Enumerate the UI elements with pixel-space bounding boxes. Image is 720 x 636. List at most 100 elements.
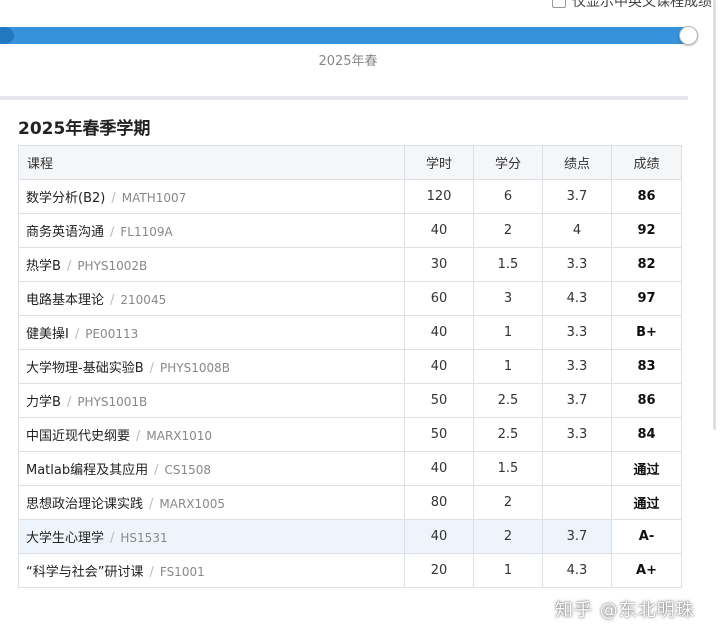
course-cell: 数学分析(B2) / MATH1007	[18, 179, 405, 214]
credits-cell: 2	[473, 519, 543, 554]
course-cell: Matlab编程及其应用 / CS1508	[18, 451, 405, 486]
gpa-cell: 3.3	[542, 417, 612, 452]
header-gpa: 绩点	[542, 145, 612, 180]
course-separator: /	[149, 361, 155, 376]
course-code: HS1531	[120, 531, 168, 545]
grade-cell: 通过	[611, 485, 682, 520]
table-row: “科学与社会”研讨课 / FS1001 20 1 4.3 A+	[18, 553, 682, 588]
gpa-cell: 4.3	[542, 281, 612, 316]
table-row: 思想政治理论课实践 / MARX1005 80 2 通过	[18, 485, 682, 520]
grade-cell: 82	[611, 247, 682, 282]
hours-cell: 30	[404, 247, 474, 282]
semester-title: 2025年春季学期	[18, 119, 151, 139]
grade-cell: A+	[611, 553, 682, 588]
hours-cell: 40	[404, 315, 474, 350]
gpa-cell: 3.7	[542, 383, 612, 418]
slider-track[interactable]	[0, 27, 698, 44]
course-cell: 大学生心理学 / HS1531	[18, 519, 405, 554]
table-row: 商务英语沟通 / FL1109A 40 2 4 92	[18, 213, 682, 248]
course-cell: 热学B / PHYS1002B	[18, 247, 405, 282]
filter-checkbox[interactable]	[552, 0, 566, 8]
gpa-cell: 4.3	[542, 553, 612, 588]
grade-cell: 通过	[611, 451, 682, 486]
course-separator: /	[111, 191, 116, 206]
hours-cell: 40	[404, 213, 474, 248]
course-code: PHYS1002B	[77, 259, 148, 273]
filter-option[interactable]: 仅显示中英文课程成绩	[552, 0, 712, 11]
table-row: 大学生心理学 / HS1531 40 2 3.7 A-	[18, 519, 682, 554]
course-cell: 健美操I / PE00113	[18, 315, 405, 350]
grades-table-body: 数学分析(B2) / MATH1007 120 6 3.7 86 商务英语沟通 / FL1109A…	[18, 179, 682, 588]
slider-end-handle[interactable]	[679, 26, 698, 45]
credits-cell: 2	[473, 485, 543, 520]
course-name: 大学生心理学	[26, 531, 105, 546]
course-code: MATH1007	[121, 191, 187, 205]
course-separator: /	[110, 531, 115, 546]
hours-cell: 60	[404, 281, 474, 316]
course-separator: /	[74, 327, 80, 342]
course-name: 热学B	[26, 259, 61, 274]
page: 仅显示中英文课程成绩 2025年春 2025年春季学期 课程 学时 学分 绩点 …	[0, 0, 720, 636]
grades-table: 课程 学时 学分 绩点 成绩 数学分析(B2) / MATH1007 120 6 3.7 8…	[18, 145, 682, 588]
course-name: 思想政治理论课实践	[26, 497, 144, 512]
gpa-cell: 3.3	[542, 349, 612, 384]
semester-slider[interactable]	[0, 26, 698, 45]
table-row: 热学B / PHYS1002B 30 1.5 3.3 82	[18, 247, 682, 282]
course-separator: /	[136, 429, 141, 444]
gpa-cell: 3.3	[542, 247, 612, 282]
course-code: MARX1005	[159, 497, 226, 511]
credits-cell: 3	[473, 281, 543, 316]
course-cell: 中国近现代史纲要 / MARX1010	[18, 417, 405, 452]
grade-cell: 86	[611, 179, 682, 214]
hours-cell: 20	[404, 553, 474, 588]
credits-cell: 1.5	[473, 247, 543, 282]
table-row: 健美操I / PE00113 40 1 3.3 B+	[18, 315, 682, 350]
course-code: CS1508	[164, 463, 212, 477]
gpa-cell: 4	[542, 213, 612, 248]
hours-cell: 120	[404, 179, 474, 214]
grade-cell: 84	[611, 417, 682, 452]
course-code: FL1109A	[120, 225, 173, 239]
course-name: 大学物理-基础实验B	[26, 361, 144, 376]
grade-cell: 97	[611, 281, 682, 316]
course-separator: /	[66, 259, 72, 274]
table-row: 大学物理-基础实验B / PHYS1008B 40 1 3.3 83	[18, 349, 682, 384]
scrollbar[interactable]	[713, 0, 716, 430]
course-cell: 商务英语沟通 / FL1109A	[18, 213, 405, 248]
grade-cell: 92	[611, 213, 682, 248]
credits-cell: 2.5	[473, 383, 543, 418]
table-row: 力学B / PHYS1001B 50 2.5 3.7 86	[18, 383, 682, 418]
table-row: 电路基本理论 / 210045 60 3 4.3 97	[18, 281, 682, 316]
grade-cell: 83	[611, 349, 682, 384]
header-course: 课程	[18, 145, 405, 180]
filter-option-label: 仅显示中英文课程成绩	[572, 0, 712, 10]
header-hours: 学时	[404, 145, 474, 180]
course-separator: /	[66, 395, 72, 410]
slider-label: 2025年春	[318, 54, 378, 69]
gpa-cell: 3.7	[542, 179, 612, 214]
table-row: 中国近现代史纲要 / MARX1010 50 2.5 3.3 84	[18, 417, 682, 452]
course-name: Matlab编程及其应用	[26, 463, 149, 478]
hours-cell: 50	[404, 383, 474, 418]
hours-cell: 40	[404, 349, 474, 384]
grade-cell: 86	[611, 383, 682, 418]
course-code: PHYS1008B	[160, 361, 230, 375]
course-cell: 力学B / PHYS1001B	[18, 383, 405, 418]
credits-cell: 1	[473, 553, 543, 588]
gpa-cell	[542, 485, 612, 520]
course-name: 电路基本理论	[26, 293, 105, 308]
credits-cell: 1	[473, 349, 543, 384]
hours-cell: 40	[404, 451, 474, 486]
hours-cell: 50	[404, 417, 474, 452]
course-name: 中国近现代史纲要	[26, 429, 131, 444]
course-separator: /	[110, 225, 115, 240]
grade-cell: A-	[611, 519, 682, 554]
credits-cell: 1	[473, 315, 543, 350]
credits-cell: 2	[473, 213, 543, 248]
course-code: PHYS1001B	[77, 395, 148, 409]
course-code: MARX1010	[146, 429, 213, 443]
credits-cell: 6	[473, 179, 543, 214]
gpa-cell: 3.3	[542, 315, 612, 350]
credits-cell: 1.5	[473, 451, 543, 486]
course-name: 力学B	[26, 395, 61, 410]
